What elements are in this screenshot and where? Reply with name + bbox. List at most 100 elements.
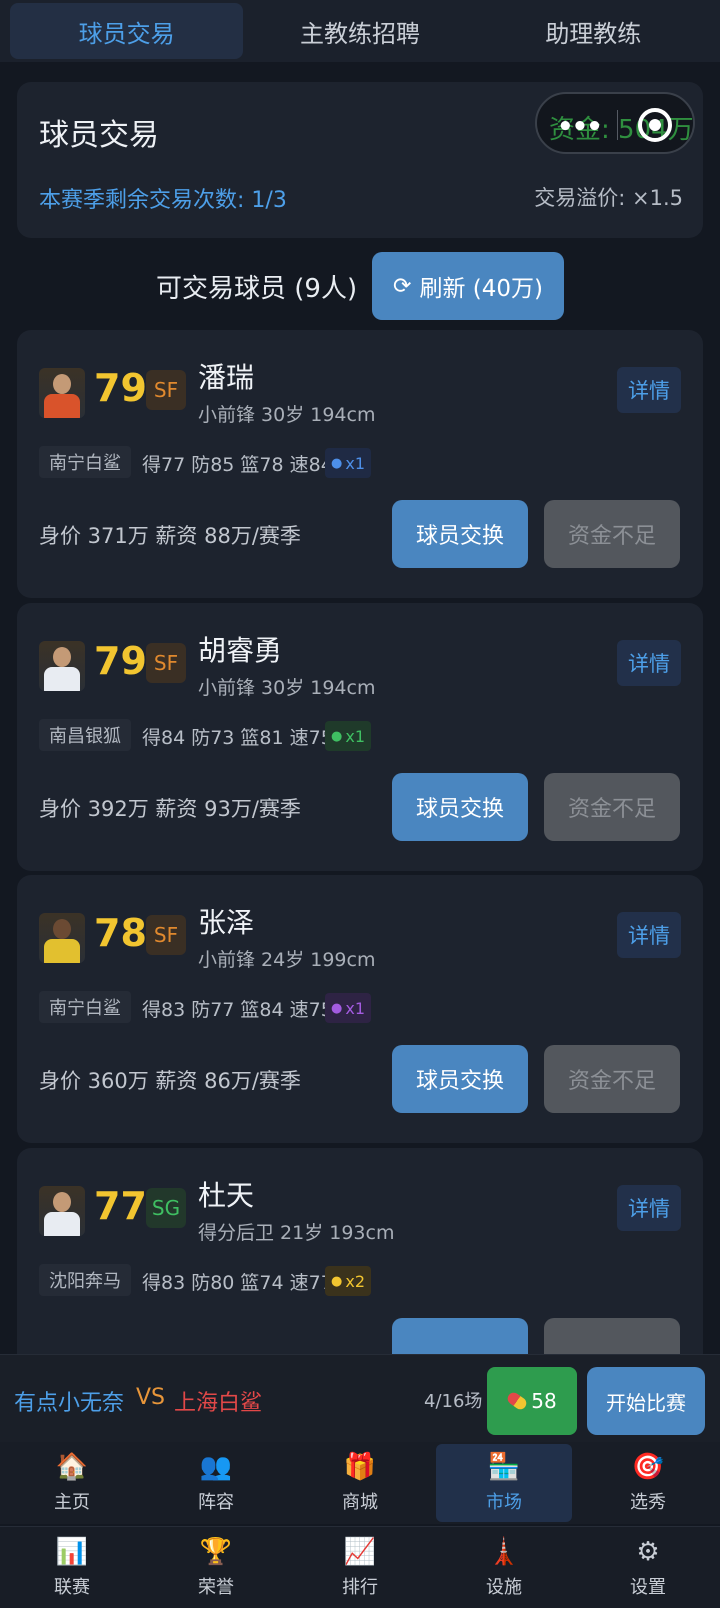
player-card: 77 SG 杜天 得分后卫 21岁 193cm 详情 沈阳奔马 得83 防80 … bbox=[17, 1148, 703, 1354]
trade-info-panel: 球员交易 资金: 504万 ••• 本赛季剩余交易次数: 1/3 交易溢价: ×… bbox=[17, 82, 703, 238]
trade-button[interactable]: 球员交换 bbox=[392, 500, 528, 568]
refresh-button[interactable]: ⟳ 刷新 (40万) bbox=[372, 252, 564, 320]
insufficient-funds-button[interactable]: 资金不足 bbox=[544, 1045, 680, 1113]
versus-label: VS bbox=[136, 1385, 166, 1410]
player-stats: 得84 防73 篮81 速75 bbox=[142, 727, 333, 749]
bottom-nav-primary: 🏠 主页 👥 阵容 🎁 商城 🏪 市场 🎯 选秀 bbox=[0, 1442, 720, 1524]
detail-button[interactable]: 详情 bbox=[617, 1185, 681, 1231]
nav-item-facilities[interactable]: 🗼 设施 bbox=[436, 1529, 572, 1606]
league-chart-icon: 📊 bbox=[55, 1536, 89, 1567]
player-stats: 得77 防85 篮78 速84 bbox=[142, 454, 333, 476]
player-stats: 得83 防80 篮74 速77 bbox=[142, 1272, 333, 1294]
value-salary: 身价 360万 薪资 86万/赛季 bbox=[39, 1069, 301, 1093]
refresh-icon: ⟳ bbox=[393, 273, 412, 299]
player-info: 小前锋 30岁 194cm bbox=[198, 404, 376, 426]
gift-icon: 🎁 bbox=[343, 1452, 377, 1482]
nav-item-shop[interactable]: 🎁 商城 bbox=[292, 1444, 428, 1522]
player-name: 胡睿勇 bbox=[198, 634, 283, 667]
nav-item-market[interactable]: 🏪 市场 bbox=[436, 1444, 572, 1522]
team-tag: 南宁白鲨 bbox=[39, 446, 131, 478]
player-rating: 77 bbox=[94, 1184, 147, 1228]
player-avatar bbox=[39, 368, 85, 418]
player-name: 杜天 bbox=[198, 1179, 255, 1212]
start-match-button[interactable]: 开始比赛 bbox=[587, 1367, 705, 1435]
target-icon: 🎯 bbox=[631, 1452, 665, 1482]
nav-item-honors[interactable]: 🏆 荣誉 bbox=[148, 1529, 284, 1606]
player-rating: 78 bbox=[94, 911, 147, 955]
energy-button[interactable]: 58 bbox=[487, 1367, 577, 1435]
position-badge: SF bbox=[146, 915, 186, 955]
nav-item-league[interactable]: 📊 联赛 bbox=[4, 1529, 140, 1606]
position-badge: SG bbox=[146, 1188, 186, 1228]
trophy-icon: 🏆 bbox=[199, 1536, 233, 1567]
bottom-nav-secondary: 📊 联赛 🏆 荣誉 📈 排行 🗼 设施 ⚙ 设置 bbox=[0, 1526, 720, 1608]
player-list[interactable]: 79 SF 潘瑞 小前锋 30岁 194cm 详情 南宁白鲨 得77 防85 篮… bbox=[0, 330, 720, 1354]
team-tag: 南宁白鲨 bbox=[39, 991, 131, 1023]
detail-button[interactable]: 详情 bbox=[617, 912, 681, 958]
position-badge: SF bbox=[146, 370, 186, 410]
trade-premium: 交易溢价: ×1.5 bbox=[534, 186, 683, 210]
player-card: 78 SF 张泽 小前锋 24岁 199cm 详情 南宁白鲨 得83 防77 篮… bbox=[17, 875, 703, 1143]
trades-remaining: 本赛季剩余交易次数: 1/3 bbox=[39, 188, 287, 213]
home-icon: 🏠 bbox=[55, 1452, 89, 1482]
next-match-bar: 有点小无奈 VS 上海白鲨 4/16场 58 开始比赛 bbox=[0, 1354, 720, 1442]
insufficient-funds-button[interactable] bbox=[544, 1318, 680, 1354]
player-info: 小前锋 30岁 194cm bbox=[198, 677, 376, 699]
tab-assistant-coach[interactable]: 助理教练 bbox=[477, 3, 710, 59]
match-round: 4/16场 bbox=[424, 1391, 483, 1412]
insufficient-funds-button[interactable]: 资金不足 bbox=[544, 773, 680, 841]
panel-title: 球员交易 bbox=[39, 118, 159, 153]
nav-item-draft[interactable]: 🎯 选秀 bbox=[580, 1444, 716, 1522]
value-salary: 身价 371万 薪资 88万/赛季 bbox=[39, 524, 301, 548]
nav-item-settings[interactable]: ⚙ 设置 bbox=[580, 1529, 716, 1606]
tradable-players-header: 可交易球员 (9人) ⟳ 刷新 (40万) bbox=[0, 250, 720, 320]
close-capsule-icon[interactable] bbox=[638, 108, 672, 142]
nav-item-ranking[interactable]: 📈 排行 bbox=[292, 1529, 428, 1606]
player-name: 张泽 bbox=[198, 906, 255, 939]
tab-player-trade[interactable]: 球员交易 bbox=[10, 3, 244, 59]
ranking-icon: 📈 bbox=[343, 1536, 377, 1567]
player-avatar bbox=[39, 913, 85, 963]
nav-item-roster[interactable]: 👥 阵容 bbox=[148, 1444, 284, 1522]
player-card: 79 SF 潘瑞 小前锋 30岁 194cm 详情 南宁白鲨 得77 防85 篮… bbox=[17, 330, 703, 598]
player-info: 得分后卫 21岁 193cm bbox=[198, 1222, 395, 1244]
top-tab-bar: 球员交易 主教练招聘 助理教练 bbox=[0, 0, 720, 62]
more-options-icon[interactable]: ••• bbox=[557, 112, 603, 142]
mini-program-capsule: 资金: 504万 ••• bbox=[535, 92, 695, 154]
player-card: 79 SF 胡睿勇 小前锋 30岁 194cm 详情 南昌银狐 得84 防73 … bbox=[17, 603, 703, 871]
market-icon: 🏪 bbox=[487, 1452, 521, 1482]
away-team-name: 上海白鲨 bbox=[174, 1391, 263, 1416]
tab-head-coach-hire[interactable]: 主教练招聘 bbox=[243, 3, 476, 59]
trade-button[interactable]: 球员交换 bbox=[392, 773, 528, 841]
section-title: 可交易球员 (9人) bbox=[156, 274, 358, 304]
refresh-label: 刷新 (40万) bbox=[419, 276, 543, 302]
team-tag: 沈阳奔马 bbox=[39, 1264, 131, 1296]
multiplier-badge: ● x1 bbox=[325, 721, 371, 751]
facility-icon: 🗼 bbox=[487, 1536, 521, 1567]
gear-icon: ⚙ bbox=[636, 1536, 660, 1567]
multiplier-badge: ● x1 bbox=[325, 993, 371, 1023]
insufficient-funds-button[interactable]: 资金不足 bbox=[544, 500, 680, 568]
energy-value: 58 bbox=[531, 1389, 557, 1413]
player-rating: 79 bbox=[94, 366, 147, 410]
player-stats: 得83 防77 篮84 速75 bbox=[142, 999, 333, 1021]
home-team-name: 有点小无奈 bbox=[14, 1391, 125, 1416]
roster-icon: 👥 bbox=[199, 1452, 233, 1482]
trade-button[interactable]: 球员交换 bbox=[392, 1045, 528, 1113]
player-avatar bbox=[39, 1186, 85, 1236]
multiplier-badge: ● x1 bbox=[325, 448, 371, 478]
player-rating: 79 bbox=[94, 639, 147, 683]
player-info: 小前锋 24岁 199cm bbox=[198, 949, 376, 971]
multiplier-badge: ● x2 bbox=[325, 1266, 371, 1296]
player-avatar bbox=[39, 641, 85, 691]
detail-button[interactable]: 详情 bbox=[617, 367, 681, 413]
trade-button[interactable] bbox=[392, 1318, 528, 1354]
position-badge: SF bbox=[146, 643, 186, 683]
player-name: 潘瑞 bbox=[198, 361, 255, 394]
value-salary: 身价 392万 薪资 93万/赛季 bbox=[39, 797, 301, 821]
pill-icon bbox=[505, 1390, 529, 1412]
capsule-divider bbox=[617, 110, 618, 140]
detail-button[interactable]: 详情 bbox=[617, 640, 681, 686]
nav-item-home[interactable]: 🏠 主页 bbox=[4, 1444, 140, 1522]
team-tag: 南昌银狐 bbox=[39, 719, 131, 751]
